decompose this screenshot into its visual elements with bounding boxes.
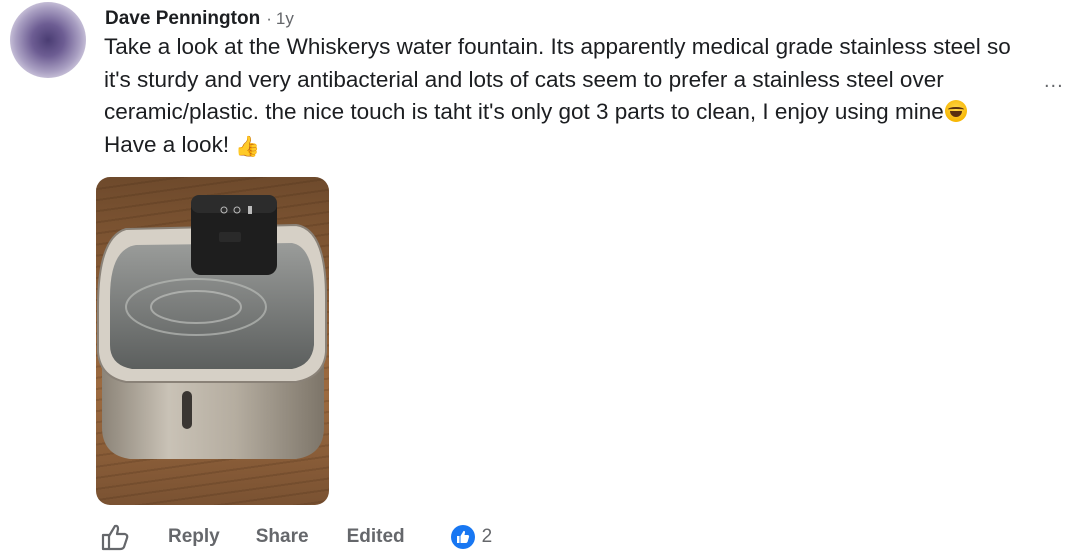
reaction-count[interactable]: 2 <box>482 526 493 548</box>
share-button[interactable]: Share <box>256 526 309 548</box>
thumbs-up-emoji-icon: 👍 <box>235 135 260 158</box>
more-options-icon[interactable]: ... <box>1044 70 1064 93</box>
comment-actions: Reply Share Edited 2 <box>100 522 492 552</box>
water-fountain-image <box>97 195 327 459</box>
like-reaction-icon[interactable] <box>450 525 475 549</box>
edited-label[interactable]: Edited <box>347 526 405 548</box>
comment-text-part1: Take a look at the Whiskerys water fount… <box>104 34 1011 124</box>
comment-body: Take a look at the Whiskerys water fount… <box>104 31 1014 163</box>
comment-text-part2: Have a look! <box>104 131 230 157</box>
author-name[interactable]: Dave Pennington <box>105 8 260 30</box>
separator: · <box>266 9 272 28</box>
thumbs-up-outline-icon[interactable] <box>100 523 130 551</box>
avatar[interactable] <box>10 2 86 78</box>
attached-photo[interactable] <box>96 177 329 505</box>
timestamp[interactable]: 1y <box>276 9 294 29</box>
reply-button[interactable]: Reply <box>168 526 220 548</box>
laughing-emoji-icon <box>944 100 967 122</box>
comment-header: Dave Pennington · 1y <box>105 8 294 30</box>
